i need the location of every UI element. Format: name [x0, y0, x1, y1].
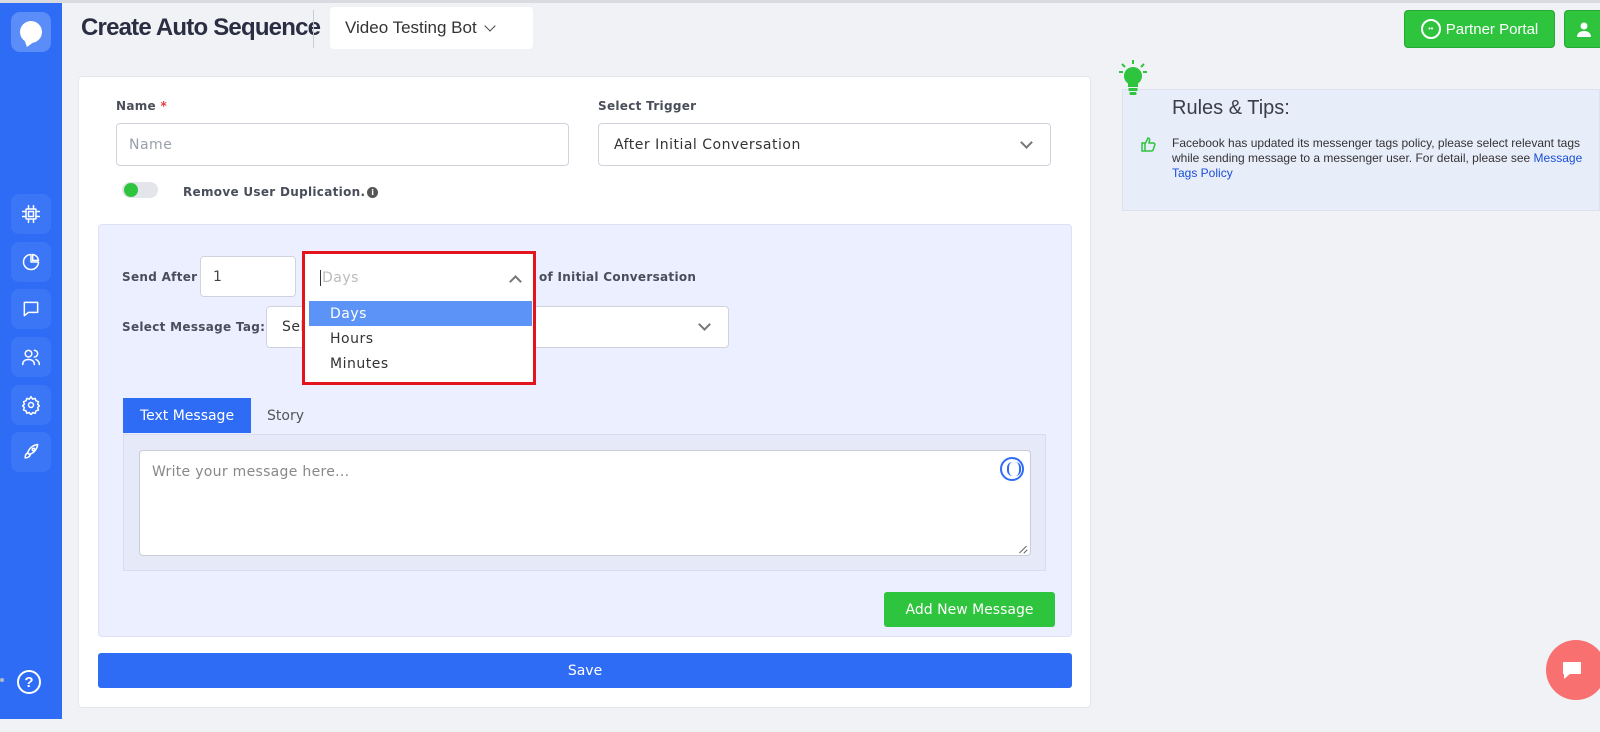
trigger-select-value: After Initial Conversation: [614, 136, 801, 153]
chat-bubble-logo-icon: [20, 21, 42, 43]
sidebar-item-bots[interactable]: [11, 194, 51, 234]
unit-option-minutes[interactable]: Minutes: [309, 351, 532, 376]
name-label-text: Name: [116, 99, 156, 113]
pie-chart-icon: [22, 253, 40, 271]
partner-portal-button[interactable]: •• Partner Portal: [1404, 10, 1555, 48]
title-divider: [313, 10, 314, 48]
sidebar-item-subscribers[interactable]: [11, 337, 51, 377]
rules-description: Facebook has updated its messenger tags …: [1172, 136, 1581, 165]
toggle-knob: [124, 183, 138, 197]
message-textarea[interactable]: Write your message here...: [139, 450, 1031, 556]
after-suffix-label: of Initial Conversation: [539, 270, 697, 284]
send-after-input[interactable]: 1: [200, 256, 296, 297]
top-border: [0, 0, 1600, 3]
dedupe-toggle[interactable]: [122, 182, 158, 198]
sidebar: ?: [0, 3, 62, 719]
divider-dot: [0, 678, 4, 682]
name-input[interactable]: Name: [116, 123, 569, 166]
sidebar-item-settings[interactable]: [11, 385, 51, 425]
save-button[interactable]: Save: [98, 653, 1072, 688]
help-icon[interactable]: ?: [17, 670, 41, 694]
chevron-down-icon: [698, 318, 711, 331]
text-caret: [320, 270, 321, 286]
unit-dropdown[interactable]: Days Days Hours Minutes: [302, 251, 536, 385]
sidebar-item-growth[interactable]: [11, 432, 51, 472]
rocket-icon: [24, 443, 39, 459]
unit-dropdown-input[interactable]: Days: [309, 257, 529, 299]
chat-bubble-icon: [1563, 662, 1581, 679]
add-new-message-button[interactable]: Add New Message: [884, 592, 1055, 627]
bot-selector-label: Video Testing Bot: [345, 18, 477, 37]
rules-title: Rules & Tips:: [1172, 97, 1290, 119]
variables-icon[interactable]: [1000, 457, 1024, 481]
message-tag-label: Select Message Tag:: [122, 320, 266, 334]
resize-handle-icon[interactable]: [1018, 544, 1028, 554]
unit-option-hours[interactable]: Hours: [309, 326, 532, 351]
partner-icon: ••: [1420, 19, 1441, 39]
thumbs-up-icon: [1141, 137, 1156, 152]
rules-text: Facebook has updated its messenger tags …: [1172, 136, 1587, 181]
chevron-up-icon: [509, 275, 522, 288]
name-label: Name *: [116, 99, 167, 113]
live-chat-button[interactable]: [1546, 640, 1600, 700]
tab-story[interactable]: Story: [251, 398, 320, 433]
unit-dropdown-placeholder: Days: [322, 270, 359, 286]
user-menu-button[interactable]: [1564, 10, 1600, 48]
dedupe-label-text: Remove User Duplication.: [183, 185, 366, 199]
message-type-tabs: Text Message Story: [123, 398, 320, 433]
unit-option-days[interactable]: Days: [309, 301, 532, 326]
bot-selector[interactable]: Video Testing Bot: [330, 7, 533, 49]
trigger-label: Select Trigger: [598, 99, 697, 113]
chevron-down-icon: [484, 19, 496, 32]
lightbulb-icon: [1119, 60, 1147, 95]
info-icon[interactable]: i: [367, 187, 379, 198]
unit-options-list: Days Hours Minutes: [309, 301, 532, 376]
send-after-label: Send After: [122, 270, 198, 284]
users-icon: [21, 349, 41, 366]
gear-icon: [21, 395, 41, 415]
chevron-down-icon: [1020, 136, 1033, 149]
sidebar-item-conversations[interactable]: [11, 289, 51, 329]
tab-text-message[interactable]: Text Message: [123, 398, 251, 433]
app-logo[interactable]: [11, 12, 51, 52]
user-icon: [1577, 22, 1591, 37]
sidebar-item-analytics[interactable]: [11, 242, 51, 282]
partner-portal-label: Partner Portal: [1445, 20, 1539, 38]
chip-icon: [21, 204, 41, 224]
chat-icon: [23, 301, 39, 317]
trigger-select[interactable]: After Initial Conversation: [598, 123, 1051, 166]
page-title: Create Auto Sequence: [81, 14, 321, 41]
required-marker: *: [160, 99, 168, 113]
dedupe-label: Remove User Duplication. i: [183, 185, 379, 199]
